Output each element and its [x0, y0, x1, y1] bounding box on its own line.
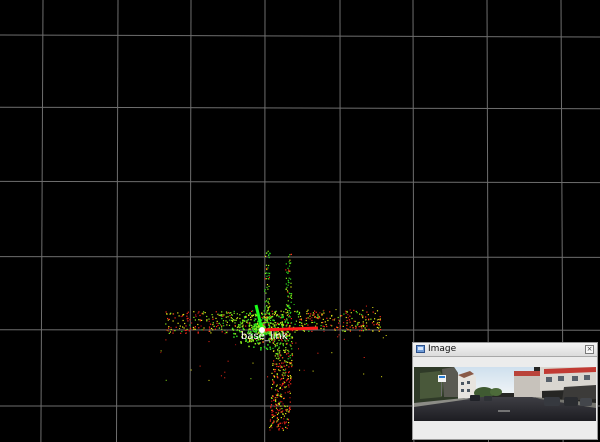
camera-image	[414, 367, 596, 421]
grid-line-vertical	[189, 0, 192, 442]
image-panel-title: Image	[428, 344, 457, 354]
image-panel[interactable]: Image ×	[412, 342, 598, 440]
lidar-point-cloud	[160, 250, 387, 431]
close-icon[interactable]: ×	[585, 345, 594, 354]
grid-line-horizontal	[0, 34, 600, 38]
grid-line-horizontal	[0, 256, 600, 258]
grid-line-vertical	[40, 0, 44, 442]
image-window-icon	[416, 345, 425, 353]
grid-line-vertical	[116, 0, 119, 442]
image-panel-titlebar[interactable]: Image ×	[413, 343, 597, 357]
grid-line-horizontal	[0, 180, 600, 184]
grid-line-horizontal	[0, 106, 600, 110]
